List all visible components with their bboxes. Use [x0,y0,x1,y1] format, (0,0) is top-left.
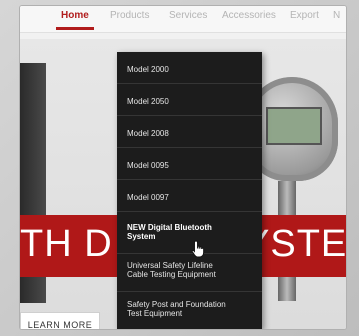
menu-item-label-line-1: Safety Post and Foundation [127,300,226,309]
menu-item-safety-post-foundation-test[interactable]: Safety Post and Foundation Test Equipmen… [117,292,262,329]
menu-item-model-2000[interactable]: Model 2000 [117,52,262,84]
menu-item-label: Model 0095 [127,161,169,170]
learn-more-button[interactable]: LEARN MORE [20,312,100,329]
menu-item-model-2050[interactable]: Model 2050 [117,84,262,116]
menu-item-label-line-1: Universal Safety Lifeline [127,261,213,270]
menu-item-label-line-2: Test Equipment [127,309,183,318]
nav-next-partial[interactable]: N [333,10,340,21]
nav-export[interactable]: Export [290,10,319,21]
menu-item-model-2008[interactable]: Model 2008 [117,116,262,148]
menu-item-model-0097[interactable]: Model 0097 [117,180,262,212]
menu-item-label: Model 2008 [127,129,169,138]
menu-item-model-0095[interactable]: Model 0095 [117,148,262,180]
menu-item-digital-bluetooth-system[interactable]: NEW Digital Bluetooth System [117,212,262,254]
menu-item-label: Model 2050 [127,97,169,106]
menu-item-label: Model 0097 [127,193,169,202]
menu-item-safety-lifeline-cable-testing[interactable]: Universal Safety Lifeline Cable Testing … [117,254,262,292]
nav-products[interactable]: Products [110,10,149,21]
hero-title-left: TH D [20,223,113,265]
top-navigation: Home Products Services Accessories Expor… [20,6,346,33]
active-nav-indicator [56,27,94,30]
menu-item-label-line-2: Cable Testing Equipment [127,270,216,279]
gauge-display [266,107,322,145]
nav-services[interactable]: Services [169,10,207,21]
device-frame: Home Products Services Accessories Expor… [0,0,359,336]
menu-item-label-line-1: NEW Digital Bluetooth [127,223,212,232]
nav-accessories[interactable]: Accessories [222,10,276,21]
menu-item-label: Model 2000 [127,65,169,74]
hand-pointer-icon [191,240,205,258]
products-dropdown-menu: Model 2000 Model 2050 Model 2008 Model 0… [117,52,262,329]
web-page: Home Products Services Accessories Expor… [20,6,346,329]
nav-home[interactable]: Home [61,10,89,21]
